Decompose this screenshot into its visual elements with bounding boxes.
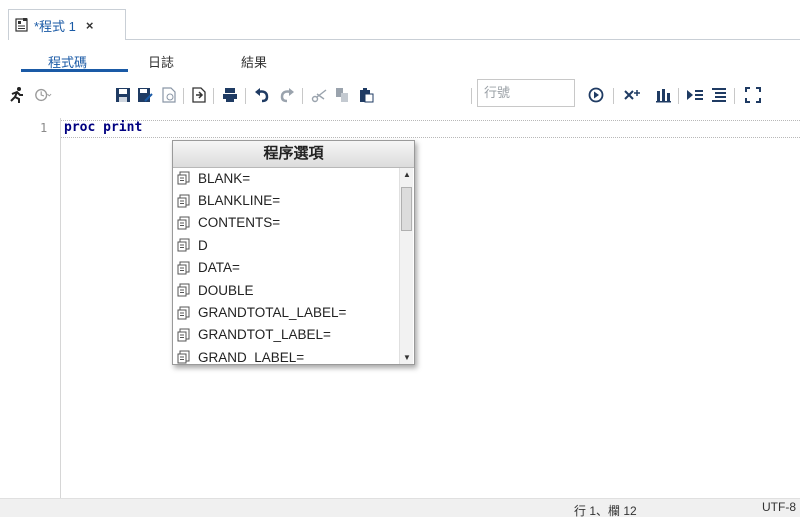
list-item[interactable]: D <box>173 234 397 256</box>
program-tab[interactable]: *程式 1 × <box>8 9 126 40</box>
list-item[interactable]: DATA= <box>173 257 397 279</box>
popup-scrollbar[interactable]: ▲ ▼ <box>399 168 413 364</box>
option-label: D <box>198 237 208 253</box>
list-item[interactable]: BLANK= <box>173 167 397 189</box>
option-label: CONTENTS= <box>198 215 281 231</box>
tab-log[interactable]: 日誌 <box>148 52 174 71</box>
procedure-options-popup: 程序選項 BLANK= BLANKLINE= CONTENTS= D DATA=… <box>172 140 415 365</box>
scroll-down-icon[interactable]: ▼ <box>403 353 411 362</box>
document-tab-bar: *程式 1 × <box>0 0 800 40</box>
option-icon <box>177 306 190 320</box>
go-to-line-icon[interactable] <box>587 86 605 104</box>
scroll-thumb[interactable] <box>401 187 412 231</box>
clear-icon[interactable] <box>624 86 642 104</box>
option-icon <box>177 261 190 275</box>
print-icon[interactable] <box>221 86 239 104</box>
status-bar: 行 1、欄 12 UTF-8 <box>0 498 800 518</box>
options-list: BLANK= BLANKLINE= CONTENTS= D DATA= DOUB… <box>173 167 397 364</box>
save-as-icon[interactable] <box>136 86 154 104</box>
format-icon[interactable] <box>655 86 673 104</box>
outline-icon[interactable] <box>710 86 728 104</box>
option-label: GRANDTOT_LABEL= <box>198 327 331 343</box>
program-file-icon <box>15 18 28 32</box>
tab-results[interactable]: 結果 <box>241 52 267 71</box>
option-label: GRAND_LABEL= <box>198 349 305 364</box>
active-tab-underline <box>21 69 128 72</box>
undo-icon[interactable] <box>253 86 271 104</box>
list-item[interactable]: GRANDTOT_LABEL= <box>173 324 397 346</box>
option-icon <box>177 350 190 364</box>
line-number: 1 <box>40 121 48 135</box>
encoding-indicator: UTF-8 <box>762 500 796 514</box>
option-label: DATA= <box>198 260 240 276</box>
list-item[interactable]: DOUBLE <box>173 279 397 301</box>
gutter-divider <box>60 118 61 498</box>
redo-icon[interactable] <box>278 86 296 104</box>
copy-icon[interactable] <box>333 86 351 104</box>
run-icon[interactable] <box>8 86 26 104</box>
current-line-highlight <box>61 120 800 138</box>
tab-title: *程式 1 <box>34 18 76 34</box>
list-item[interactable]: BLANKLINE= <box>173 189 397 211</box>
option-icon <box>177 216 190 230</box>
cursor-position: 行 1、欄 12 <box>574 504 637 518</box>
close-tab-icon[interactable]: × <box>86 18 94 33</box>
option-icon <box>177 328 190 342</box>
line-number-input[interactable]: 行號 <box>477 79 575 107</box>
list-item[interactable]: GRAND_LABEL= <box>173 346 397 364</box>
export-icon[interactable] <box>190 86 208 104</box>
option-label: GRANDTOTAL_LABEL= <box>198 305 347 321</box>
option-icon <box>177 194 190 208</box>
option-label: BLANK= <box>198 170 251 186</box>
option-icon <box>177 283 190 297</box>
submit-selection-icon[interactable] <box>686 86 704 104</box>
list-item[interactable]: CONTENTS= <box>173 212 397 234</box>
option-label: DOUBLE <box>198 282 254 298</box>
code-line[interactable]: proc print <box>64 120 142 135</box>
list-item[interactable]: GRANDTOTAL_LABEL= <box>173 301 397 323</box>
option-icon <box>177 238 190 252</box>
maximize-icon[interactable] <box>744 86 762 104</box>
popup-title: 程序選項 <box>173 141 414 168</box>
scroll-up-icon[interactable]: ▲ <box>403 170 411 179</box>
paste-icon[interactable] <box>357 86 375 104</box>
save-icon[interactable] <box>114 86 132 104</box>
editor-toolbar <box>0 82 800 110</box>
option-label: BLANKLINE= <box>198 193 281 209</box>
open-recent-icon[interactable] <box>160 86 178 104</box>
history-icon[interactable] <box>34 86 52 104</box>
option-icon <box>177 171 190 185</box>
cut-icon[interactable] <box>310 86 328 104</box>
